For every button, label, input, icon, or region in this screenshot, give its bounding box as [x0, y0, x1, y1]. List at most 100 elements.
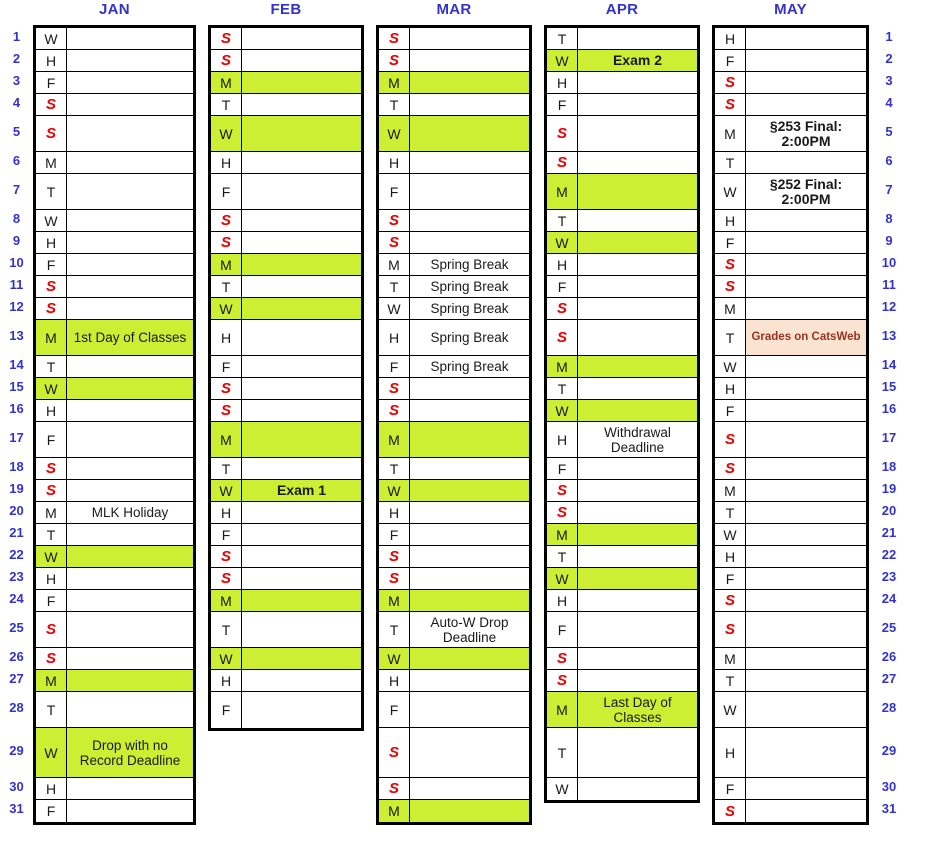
day-row[interactable]: M [211, 590, 361, 612]
day-row[interactable]: S [379, 546, 529, 568]
day-row[interactable]: T [36, 174, 193, 210]
day-row[interactable]: F [36, 254, 193, 276]
day-row[interactable]: W [36, 28, 193, 50]
day-row[interactable]: S [547, 116, 697, 152]
day-row[interactable]: W Drop with no Record Deadline [36, 728, 193, 778]
day-row[interactable]: M §253 Final: 2:00PM [715, 116, 866, 152]
day-row[interactable]: M MLK Holiday [36, 502, 193, 524]
day-row[interactable]: S [715, 800, 866, 822]
day-row[interactable]: H [211, 152, 361, 174]
day-row[interactable]: T Grades on CatsWeb [715, 320, 866, 356]
day-row[interactable]: M Spring Break [379, 254, 529, 276]
day-row[interactable]: T Auto-W Drop Deadline [379, 612, 529, 648]
day-row[interactable]: M [547, 174, 697, 210]
day-row[interactable]: S [211, 568, 361, 590]
day-row[interactable]: S [715, 72, 866, 94]
day-row[interactable]: H [211, 502, 361, 524]
day-row[interactable]: W [715, 692, 866, 728]
day-row[interactable]: T [211, 612, 361, 648]
day-row[interactable]: F [379, 524, 529, 546]
day-row[interactable]: S [211, 28, 361, 50]
day-row[interactable]: S [379, 568, 529, 590]
day-row[interactable]: F [211, 174, 361, 210]
day-row[interactable]: F [36, 72, 193, 94]
day-row[interactable]: W [547, 778, 697, 800]
day-row[interactable]: W [211, 298, 361, 320]
day-row[interactable]: H [379, 670, 529, 692]
day-row[interactable]: T [547, 210, 697, 232]
day-row[interactable]: F [547, 612, 697, 648]
day-row[interactable]: M [211, 254, 361, 276]
day-row[interactable]: H [715, 28, 866, 50]
day-row[interactable]: S [379, 28, 529, 50]
day-row[interactable]: S [211, 400, 361, 422]
day-row[interactable]: H [36, 50, 193, 72]
day-row[interactable]: M 1st Day of Classes [36, 320, 193, 356]
day-row[interactable]: H Spring Break [379, 320, 529, 356]
day-row[interactable]: T [379, 94, 529, 116]
day-row[interactable]: S [547, 152, 697, 174]
day-row[interactable]: S [547, 648, 697, 670]
day-row[interactable]: H [715, 728, 866, 778]
day-row[interactable]: F [211, 356, 361, 378]
day-row[interactable]: S [715, 94, 866, 116]
day-row[interactable]: H [547, 72, 697, 94]
day-row[interactable]: T [715, 152, 866, 174]
day-row[interactable]: H [715, 378, 866, 400]
day-row[interactable]: H [547, 590, 697, 612]
day-row[interactable]: W [547, 568, 697, 590]
day-row[interactable]: H [379, 152, 529, 174]
day-row[interactable]: F [715, 568, 866, 590]
day-row[interactable]: W Exam 2 [547, 50, 697, 72]
day-row[interactable]: T Spring Break [379, 276, 529, 298]
day-row[interactable]: S [36, 648, 193, 670]
day-row[interactable]: S [36, 94, 193, 116]
day-row[interactable]: W [211, 648, 361, 670]
day-row[interactable]: F [715, 778, 866, 800]
day-row[interactable]: M [36, 670, 193, 692]
day-row[interactable]: M [547, 356, 697, 378]
day-row[interactable]: M [715, 648, 866, 670]
day-row[interactable]: T [547, 378, 697, 400]
day-row[interactable]: W [547, 232, 697, 254]
day-row[interactable]: M [36, 152, 193, 174]
day-row[interactable]: S [547, 298, 697, 320]
day-row[interactable]: F [36, 590, 193, 612]
day-row[interactable]: W [36, 210, 193, 232]
day-row[interactable]: H [715, 546, 866, 568]
day-row[interactable]: W [379, 116, 529, 152]
day-row[interactable]: W [715, 356, 866, 378]
day-row[interactable]: M [379, 800, 529, 822]
day-row[interactable]: T [211, 458, 361, 480]
day-row[interactable]: W Exam 1 [211, 480, 361, 502]
day-row[interactable]: F [36, 422, 193, 458]
day-row[interactable]: H [379, 502, 529, 524]
day-row[interactable]: H [36, 778, 193, 800]
day-row[interactable]: T [715, 502, 866, 524]
day-row[interactable]: H [547, 254, 697, 276]
day-row[interactable]: T [715, 670, 866, 692]
day-row[interactable]: S [379, 728, 529, 778]
day-row[interactable]: T [36, 356, 193, 378]
day-row[interactable]: S [211, 50, 361, 72]
day-row[interactable]: F [211, 692, 361, 728]
day-row[interactable]: W Spring Break [379, 298, 529, 320]
day-row[interactable]: S [379, 378, 529, 400]
day-row[interactable]: W [715, 524, 866, 546]
day-row[interactable]: M [715, 298, 866, 320]
day-row[interactable]: H [36, 568, 193, 590]
day-row[interactable]: F [36, 800, 193, 822]
day-row[interactable]: H [36, 400, 193, 422]
day-row[interactable]: F [715, 400, 866, 422]
day-row[interactable]: F [547, 276, 697, 298]
day-row[interactable]: S [715, 254, 866, 276]
day-row[interactable]: F Spring Break [379, 356, 529, 378]
day-row[interactable]: M [379, 72, 529, 94]
day-row[interactable]: S [715, 458, 866, 480]
day-row[interactable]: S [715, 612, 866, 648]
day-row[interactable]: H [211, 320, 361, 356]
day-row[interactable]: S [211, 210, 361, 232]
day-row[interactable]: S [211, 232, 361, 254]
day-row[interactable]: S [547, 670, 697, 692]
day-row[interactable]: F [715, 232, 866, 254]
